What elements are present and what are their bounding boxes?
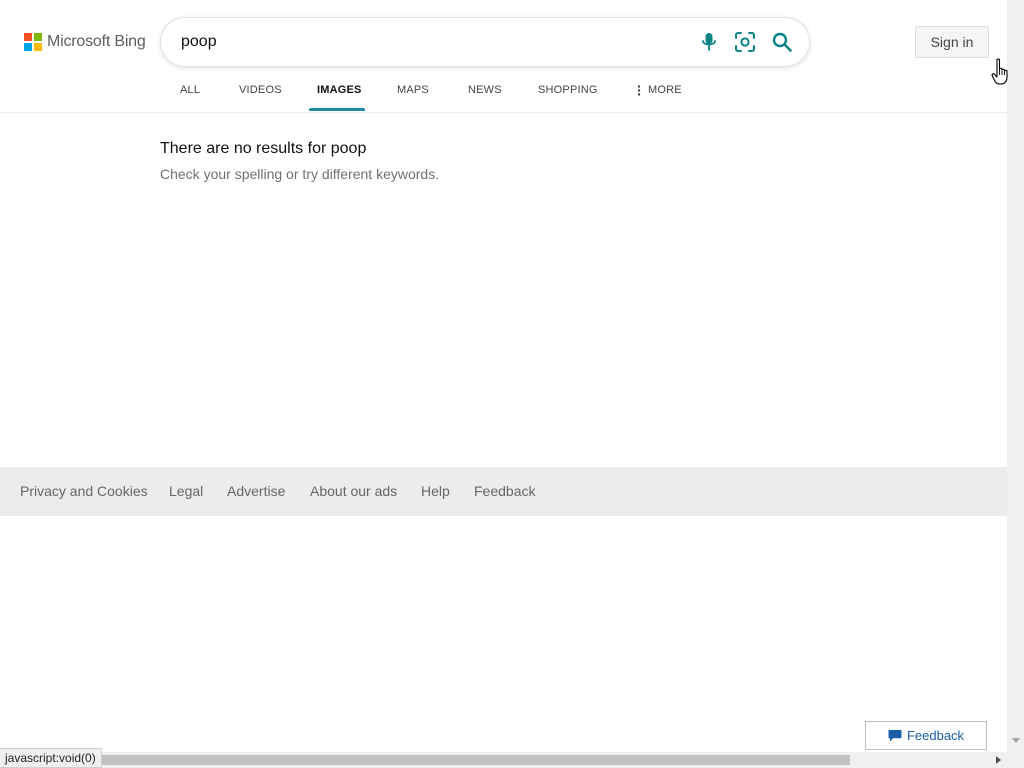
- search-vertical-nav: ALL VIDEOS IMAGES MAPS NEWS SHOPPING MOR…: [0, 68, 1007, 113]
- status-bar: javascript:void(0): [0, 748, 102, 768]
- tab-more-label: MORE: [648, 84, 682, 96]
- footer-link-feedback[interactable]: Feedback: [474, 483, 535, 499]
- scroll-right-arrow-icon[interactable]: [996, 756, 1001, 764]
- more-dots-icon: [637, 84, 641, 96]
- chat-bubble-icon: [888, 729, 902, 742]
- tab-more[interactable]: MORE: [636, 84, 682, 96]
- no-results-hint: Check your spelling or try different key…: [160, 166, 440, 182]
- brand-name: Microsoft Bing: [47, 33, 146, 50]
- horizontal-scrollbar[interactable]: [0, 752, 1007, 768]
- microphone-icon[interactable]: [697, 30, 721, 54]
- search-box: [161, 18, 809, 66]
- horizontal-scroll-thumb[interactable]: [100, 755, 850, 765]
- tab-news[interactable]: NEWS: [468, 84, 502, 96]
- footer-link-about-ads[interactable]: About our ads: [310, 483, 397, 499]
- browser-viewport: Microsoft Bing Sign in ALL: [0, 0, 1007, 768]
- scrollbar-corner: [1007, 752, 1024, 768]
- visual-search-icon[interactable]: [733, 30, 757, 54]
- footer-link-advertise[interactable]: Advertise: [227, 483, 285, 499]
- search-icon[interactable]: [770, 30, 794, 54]
- tab-all[interactable]: ALL: [180, 84, 200, 96]
- footer: Privacy and Cookies Legal Advertise Abou…: [0, 467, 1007, 516]
- tab-images[interactable]: IMAGES: [317, 84, 362, 96]
- footer-link-legal[interactable]: Legal: [169, 483, 203, 499]
- sign-in-button[interactable]: Sign in: [915, 26, 989, 58]
- microsoft-logo-icon: [24, 33, 42, 51]
- active-tab-indicator: [309, 108, 365, 111]
- vertical-scrollbar[interactable]: [1007, 0, 1024, 752]
- no-results-message: There are no results for poop: [160, 140, 367, 157]
- feedback-button[interactable]: Feedback: [865, 721, 987, 750]
- search-input[interactable]: [181, 31, 681, 53]
- footer-link-privacy[interactable]: Privacy and Cookies: [20, 483, 148, 499]
- bing-logo[interactable]: Microsoft Bing: [24, 33, 146, 51]
- tab-videos[interactable]: VIDEOS: [239, 84, 282, 96]
- tab-maps[interactable]: MAPS: [397, 84, 429, 96]
- scroll-down-arrow-icon[interactable]: [1012, 738, 1020, 743]
- feedback-button-label: Feedback: [906, 728, 965, 743]
- tab-shopping[interactable]: SHOPPING: [538, 84, 598, 96]
- footer-link-help[interactable]: Help: [421, 483, 450, 499]
